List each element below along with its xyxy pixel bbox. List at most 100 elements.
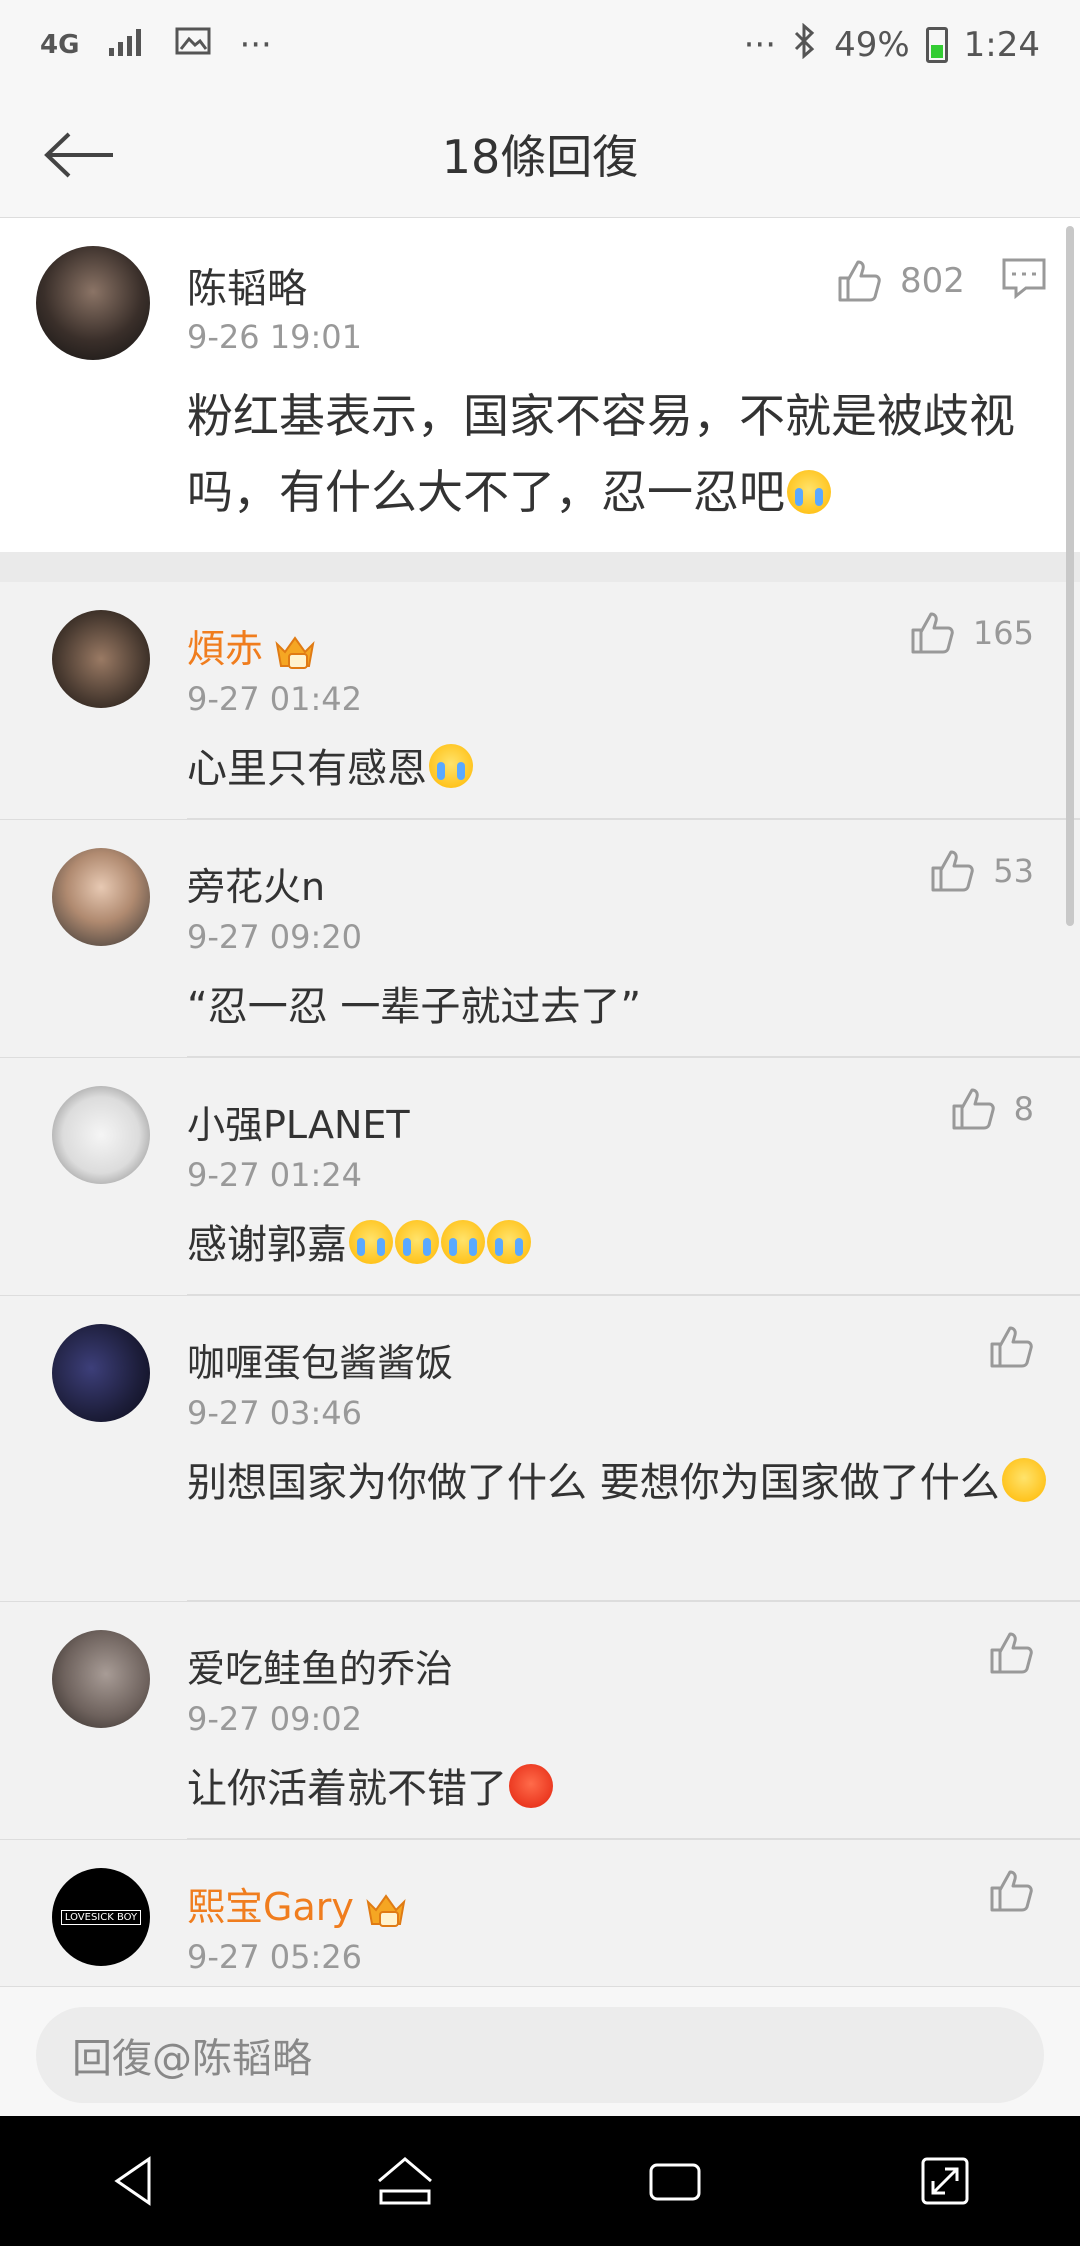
nav-back-button[interactable]	[95, 2141, 175, 2221]
reply-text: 感谢郭嘉	[187, 1212, 1047, 1278]
like-button[interactable]	[988, 1868, 1034, 1914]
divider	[187, 818, 1080, 819]
reply-text-content: 心里只有感恩	[187, 746, 427, 792]
more-dots-icon: ···	[239, 25, 272, 65]
comment-text-content: 粉红基表示，国家不容易，不就是被歧视吗，有什么大不了，忍一忍吧	[187, 389, 1015, 519]
system-navbar	[0, 2116, 1080, 2246]
back-triangle-icon	[114, 2156, 151, 2206]
emoji-icon	[787, 470, 831, 514]
username[interactable]: 陈韬略	[187, 256, 307, 314]
avatar[interactable]	[52, 848, 150, 946]
crying-emoji-icon	[487, 1220, 531, 1264]
username[interactable]: 小强PLANET	[187, 1094, 410, 1149]
thumbs-up-icon	[990, 1326, 1033, 1368]
timestamp: 9-27 01:24	[187, 1156, 363, 1194]
like-count: 8	[1013, 1090, 1034, 1128]
crying-emoji-icon	[395, 1220, 439, 1264]
smirk-emoji-icon	[1001, 1458, 1046, 1502]
reply-item[interactable]: 咖喱蛋包酱酱饭 9-27 03:46 别想国家为你做了什么 要想你为国家做了什么	[0, 1296, 1080, 1602]
crying-emoji-icon	[429, 744, 473, 788]
crying-emoji-icon	[441, 1220, 485, 1264]
home-icon	[378, 2157, 432, 2205]
scrollbar[interactable]	[1066, 226, 1074, 926]
reply-text-content: 感谢郭嘉	[187, 1222, 347, 1268]
reply-button[interactable]	[1000, 254, 1048, 302]
nav-expand-button[interactable]	[905, 2141, 985, 2221]
thumbs-up-icon	[990, 1870, 1033, 1912]
clock: 1:24	[963, 25, 1040, 65]
avatar[interactable]	[52, 610, 150, 708]
avatar[interactable]	[36, 246, 150, 360]
like-button[interactable]: 802	[836, 246, 965, 316]
reply-item[interactable]: 煩赤 9-27 01:42 165 心里只有感恩	[0, 582, 1080, 820]
like-button[interactable]	[988, 1324, 1034, 1370]
angry-emoji-icon	[509, 1764, 553, 1808]
comment-list[interactable]: 陈韬略 9-26 19:01 802 粉红基表示，国家不容易，不就是被歧视吗，有…	[0, 218, 1080, 1986]
timestamp: 9-26 19:01	[187, 318, 363, 356]
thumbs-up-icon	[838, 260, 881, 302]
avatar[interactable]: LOVESICK BOY	[52, 1868, 150, 1966]
username-text: 煩赤	[187, 627, 264, 671]
battery-icon	[925, 27, 948, 63]
reply-text: 心里只有感恩	[187, 736, 1047, 802]
like-button[interactable]: 8	[950, 1086, 1034, 1132]
thumbs-up-icon	[952, 1088, 995, 1130]
comment-text: 粉红基表示，国家不容易，不就是被歧视吗，有什么大不了，忍一忍吧	[187, 378, 1037, 530]
bluetooth-icon	[792, 22, 818, 68]
recents-icon	[649, 2163, 701, 2201]
timestamp: 9-27 03:46	[187, 1394, 363, 1432]
like-count: 802	[900, 261, 965, 301]
timestamp: 9-27 09:20	[187, 918, 363, 956]
divider	[187, 1600, 1080, 1601]
reply-text: 让你活着就不错了	[187, 1756, 1047, 1822]
like-count: 53	[993, 852, 1034, 890]
reply-item[interactable]: 旁花火n 9-27 09:20 53 “忍一忍 一辈子就过去了”	[0, 820, 1080, 1058]
crying-emoji-icon	[349, 1220, 393, 1264]
reply-input-bar: 回復@陈韬略	[0, 1986, 1080, 2116]
nav-recents-button[interactable]	[635, 2141, 715, 2221]
reply-text: 别想国家为你做了什么 要想你为国家做了什么	[187, 1450, 1047, 1516]
divider	[187, 1056, 1080, 1057]
avatar[interactable]	[52, 1324, 150, 1422]
more-dots-icon: ···	[743, 25, 777, 65]
timestamp: 9-27 01:42	[187, 680, 363, 718]
root-comment: 陈韬略 9-26 19:01 802 粉红基表示，国家不容易，不就是被歧视吗，有…	[0, 218, 1080, 552]
nav-home-button[interactable]	[365, 2141, 445, 2221]
like-button[interactable]	[988, 1630, 1034, 1676]
back-arrow-icon	[44, 132, 113, 178]
reply-text-content: 让你活着就不错了	[187, 1766, 507, 1812]
like-button[interactable]: 165	[909, 610, 1034, 656]
timestamp: 9-27 09:02	[187, 1700, 363, 1738]
reply-text: “忍一忍 一辈子就过去了”	[187, 984, 642, 1030]
reply-item[interactable]: 爱吃鲑鱼的乔治 9-27 09:02 让你活着就不错了	[0, 1602, 1080, 1840]
status-bar: 4G ··· ··· 49% 1:24	[0, 0, 1080, 90]
page-title: 18條回復	[441, 129, 639, 184]
avatar[interactable]	[52, 1630, 150, 1728]
reply-text-content: 别想国家为你做了什么 要想你为国家做了什么	[187, 1460, 1000, 1506]
battery-percent: 49%	[834, 25, 910, 65]
reply-input[interactable]: 回復@陈韬略	[36, 2007, 1044, 2103]
vip-crown-icon	[364, 1890, 408, 1930]
thumbs-up-icon	[990, 1632, 1033, 1674]
like-count: 165	[972, 614, 1034, 652]
expand-icon	[921, 2157, 969, 2205]
username[interactable]: 咖喱蛋包酱酱饭	[187, 1332, 453, 1387]
vip-crown-icon	[273, 632, 317, 672]
reply-item[interactable]: 小强PLANET 9-27 01:24 8 感谢郭嘉	[0, 1058, 1080, 1296]
username[interactable]: 旁花火n	[187, 856, 325, 911]
thumbs-up-icon	[911, 612, 954, 654]
thumbs-up-icon	[931, 850, 975, 892]
divider	[0, 552, 1080, 582]
avatar[interactable]	[52, 1086, 150, 1184]
comment-icon	[1002, 258, 1046, 300]
username[interactable]: 煩赤	[187, 618, 317, 673]
signal-icon	[107, 25, 147, 65]
divider	[187, 1294, 1080, 1295]
username[interactable]: 熙宝Gary	[187, 1876, 408, 1931]
like-button[interactable]: 53	[929, 848, 1034, 894]
back-button[interactable]	[38, 114, 120, 196]
username[interactable]: 爱吃鲑鱼的乔治	[187, 1638, 453, 1693]
divider	[187, 1838, 1080, 1839]
reply-item[interactable]: LOVESICK BOY 熙宝Gary 9-27 05:26	[0, 1840, 1080, 1986]
reply-input-placeholder: 回復@陈韬略	[72, 2036, 312, 2082]
